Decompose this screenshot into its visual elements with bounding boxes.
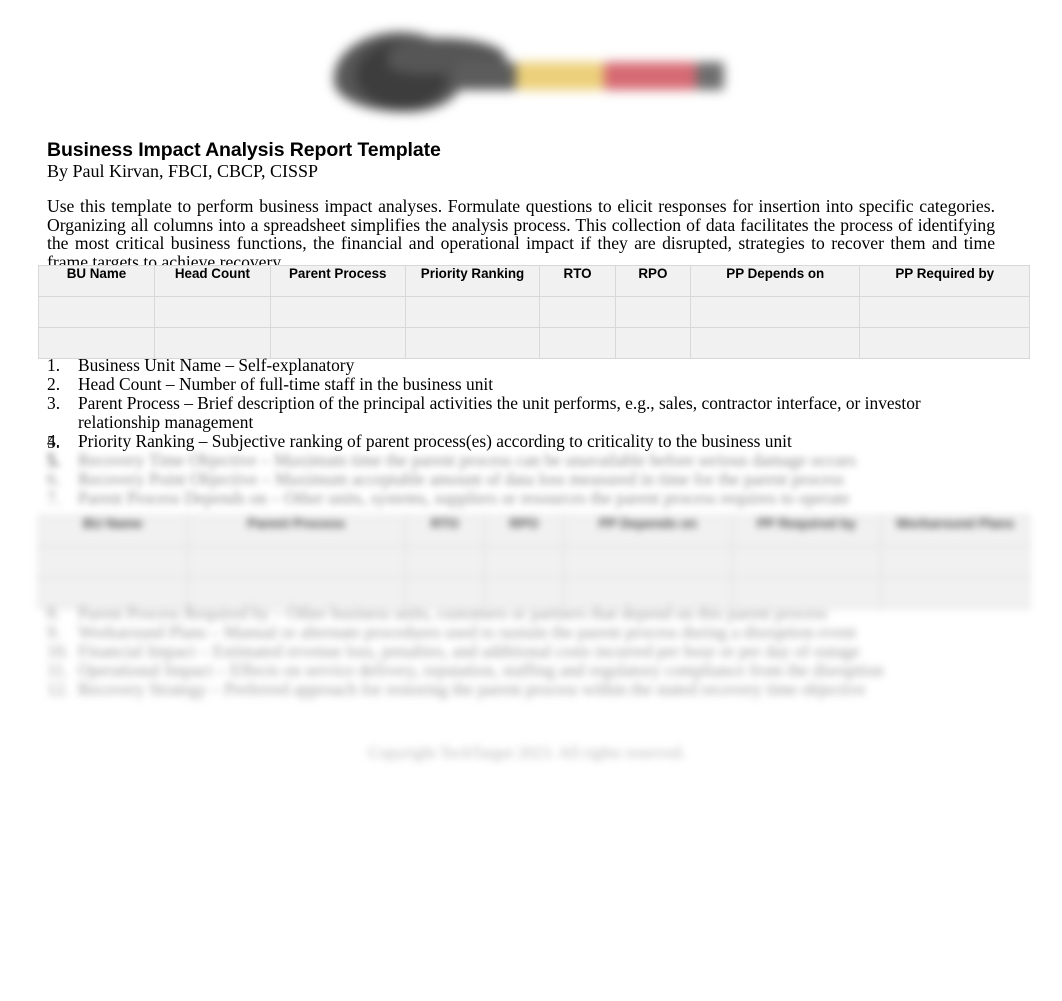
column-header-rpo: RPO <box>483 515 565 547</box>
column-header-parent-process: Parent Process <box>186 515 406 547</box>
list-item-number: 10. <box>47 641 69 662</box>
column-header-pp-depends-on: PP Depends on <box>690 265 861 297</box>
list-item-number: 7. <box>47 488 61 509</box>
column-header-rto: RTO <box>539 265 616 297</box>
list-item-number: 11. <box>47 660 69 681</box>
table-cell[interactable] <box>483 546 565 578</box>
list-item-label: Recovery Point Objective – Maximum accep… <box>78 469 844 490</box>
bia-data-table-secondary[interactable]: BU Name Parent Process RTO RPO PP Depends on… <box>38 515 1030 609</box>
table-row[interactable] <box>38 296 1030 328</box>
table-cell[interactable] <box>690 296 861 328</box>
table-cell[interactable] <box>38 296 155 328</box>
list-item-number: 8. <box>47 603 61 623</box>
field-definition-list: 1. Business Unit Name – Self-explanatory 2… <box>47 356 1007 508</box>
list-item-label: Parent Process Depends on – Other units,… <box>78 488 850 509</box>
table-cell[interactable] <box>859 296 1030 328</box>
list-item-number: 2. <box>47 374 61 395</box>
list-item-number: 1. <box>47 355 61 375</box>
site-logo[interactable] <box>332 32 724 116</box>
table-cell[interactable] <box>859 327 1030 359</box>
list-item-number: 9. <box>47 622 61 643</box>
column-header-pp-depends-on: PP Depends on <box>563 515 733 547</box>
table-cell[interactable] <box>404 546 485 578</box>
table-cell[interactable] <box>563 546 733 578</box>
intro-paragraph: Use this template to perform business im… <box>47 196 995 272</box>
table-cell[interactable] <box>153 327 271 359</box>
table-two-body[interactable] <box>38 546 1030 609</box>
list-item-label: Recovery Strategy – Preferred approach f… <box>78 679 866 700</box>
table-cell[interactable] <box>539 327 616 359</box>
table-one-head: BU Name Head Count Parent Process Priority … <box>38 265 1030 297</box>
list-item-number: 12. <box>47 679 69 700</box>
logo-wordmark-part-four <box>696 62 724 90</box>
column-header-pp-required-by: PP Required by <box>859 265 1030 297</box>
logo-wordmark-part-three <box>604 62 696 90</box>
table-row[interactable] <box>38 546 1030 578</box>
table-cell[interactable] <box>269 296 406 328</box>
logo-wordmark-part-two <box>516 62 604 90</box>
column-header-pp-required-by: PP Required by <box>731 515 882 547</box>
column-header-workaround-plans: Workaround Plans <box>880 515 1030 547</box>
list-item-number: 6. <box>47 469 61 490</box>
list-item-number: 3. <box>47 393 61 414</box>
list-item-label: Operational Impact – Effects on service … <box>78 660 884 681</box>
list-item-label: Recovery Time Objective – Maximum time t… <box>78 449 856 470</box>
column-header-rto: RTO <box>404 515 485 547</box>
author-byline: By Paul Kirvan, FBCI, CBCP, CISSP <box>47 161 319 181</box>
table-two-head: BU Name Parent Process RTO RPO PP Depends on… <box>38 515 1030 547</box>
table-one-body[interactable] <box>38 296 1030 359</box>
list-item: 6. Recovery Point Objective – Maximum acc… <box>47 470 1007 489</box>
list-item-label: Financial Impact – Estimated revenue los… <box>78 641 860 662</box>
list-item-label: Parent Process – Brief description of th… <box>78 393 921 432</box>
list-item-label: Head Count – Number of full-time staff i… <box>78 374 494 395</box>
table-cell[interactable] <box>539 296 616 328</box>
table-cell[interactable] <box>269 327 406 359</box>
column-header-priority-ranking: Priority Ranking <box>404 265 541 297</box>
footer-copyright: Copyright TechTarget 2023. All rights re… <box>368 743 686 762</box>
table-cell[interactable] <box>614 327 692 359</box>
table-cell[interactable] <box>404 327 541 359</box>
list-item: 7. Parent Process Depends on – Other unit… <box>47 489 1007 508</box>
list-item-label: Business Unit Name – Self-explanatory <box>78 355 355 375</box>
table-cell[interactable] <box>880 546 1030 578</box>
bia-data-table[interactable]: BU Name Head Count Parent Process Priority … <box>38 265 1030 359</box>
column-header-parent-process: Parent Process <box>269 265 406 297</box>
list-item: 1. Business Unit Name – Self-explanatory <box>47 356 1007 375</box>
column-header-rpo: RPO <box>614 265 692 297</box>
page-title: Business Impact Analysis Report Template <box>47 139 441 161</box>
table-cell[interactable] <box>153 296 271 328</box>
table-cell[interactable] <box>690 327 861 359</box>
table-cell[interactable] <box>38 327 155 359</box>
list-item: 5. Recovery Time Objective – Maximum time… <box>47 451 1007 470</box>
list-item-label: Priority Ranking – Subjective ranking of… <box>78 430 792 451</box>
table-header-row: BU Name Parent Process RTO RPO PP Depends on… <box>38 515 1030 547</box>
column-header-bu-name: BU Name <box>38 515 188 547</box>
list-item-label: Workaround Plans – Manual or alternate p… <box>78 622 857 643</box>
list-item-number: 5. <box>47 432 61 453</box>
logo-banner <box>0 28 1062 120</box>
column-header-bu-name: BU Name <box>38 265 155 297</box>
column-header-head-count: Head Count <box>153 265 271 297</box>
table-cell[interactable] <box>404 296 541 328</box>
table-cell[interactable] <box>731 546 882 578</box>
table-cell[interactable] <box>614 296 692 328</box>
table-row[interactable] <box>38 327 1030 359</box>
field-definition-list-continued: 8. Parent Process Required by – Other bus… <box>47 604 1007 699</box>
table-header-row: BU Name Head Count Parent Process Priority … <box>38 265 1030 297</box>
list-item: 4. Priority Ranking – Subjective ranking … <box>47 432 1007 451</box>
list-item: 9. Workaround Plans – Manual or alternate… <box>47 623 1007 642</box>
list-item: 12. Recovery Strategy – Preferred approac… <box>47 680 1007 699</box>
list-item: 11. Operational Impact – Effects on servi… <box>47 661 1007 680</box>
table-cell[interactable] <box>38 546 188 578</box>
list-item: 10. Financial Impact – Estimated revenue … <box>47 642 1007 661</box>
list-item: 3. Parent Process – Brief description of … <box>47 394 1007 431</box>
list-item: 8. Parent Process Required by – Other bus… <box>47 604 1007 623</box>
table-cell[interactable] <box>186 546 406 578</box>
list-item-label: Parent Process Required by – Other busin… <box>78 603 828 623</box>
list-item: 2. Head Count – Number of full-time staff… <box>47 375 1007 394</box>
list-item-number: 5. <box>47 449 61 470</box>
logo-wordmark-part-one <box>456 62 516 90</box>
